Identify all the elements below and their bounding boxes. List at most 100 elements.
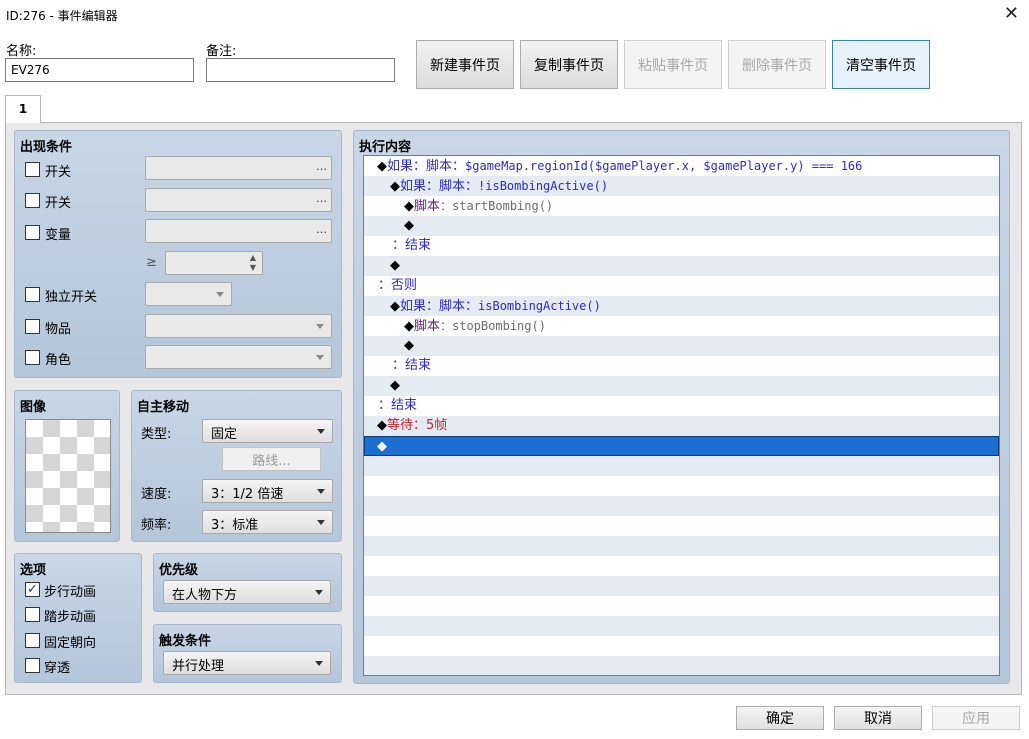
through-label: 穿透 (44, 661, 71, 676)
switch2-field[interactable]: … (145, 188, 332, 212)
command-row[interactable]: ：结束 (364, 396, 999, 416)
speed-value: 3：1/2 倍速 (211, 487, 284, 502)
trigger-title: 触发条件 (159, 634, 212, 649)
tab-page-1[interactable]: 1 (5, 95, 41, 123)
command-row[interactable]: ：结束 (364, 236, 999, 256)
empty-row (364, 556, 999, 576)
image-title: 图像 (20, 400, 47, 415)
stepper-up-icon[interactable]: ▲ (250, 253, 256, 262)
stepping-anim-label: 踏步动画 (44, 610, 97, 625)
command-text: 如果：脚本： (387, 159, 466, 174)
direction-fix-checkbox[interactable] (25, 633, 40, 648)
priority-dropdown[interactable]: 在人物下方 (163, 580, 331, 604)
command-args: ：stopBombing() (440, 319, 546, 333)
variable-field[interactable]: … (145, 219, 332, 243)
actor-checkbox[interactable] (25, 350, 40, 365)
variable-label: 变量 (45, 228, 72, 243)
event-image-preview[interactable] (25, 419, 111, 533)
paste-page-button[interactable]: 粘贴事件页 (624, 40, 722, 89)
movement-panel: 自主移动 类型: 固定 路线... 速度: 3：1/2 倍速 频率: 3：标准 (131, 390, 342, 542)
command-row[interactable]: ◆脚本：startBombing() (364, 196, 999, 216)
cancel-button[interactable]: 取消 (834, 706, 922, 730)
variable-checkbox[interactable] (25, 225, 40, 240)
actor-dropdown[interactable] (145, 345, 332, 369)
chevron-down-icon (316, 324, 324, 329)
command-text: ：结束 (378, 398, 418, 413)
movement-title: 自主移动 (137, 400, 190, 415)
command-row[interactable]: ◆ (364, 376, 999, 396)
empty-row (364, 476, 999, 496)
self-switch-label: 独立开关 (45, 290, 98, 305)
new-page-button[interactable]: 新建事件页 (416, 40, 514, 89)
switch2-label: 开关 (45, 196, 72, 211)
stepper-down-icon[interactable]: ▼ (250, 263, 256, 272)
stepping-anim-checkbox[interactable] (25, 607, 40, 622)
options-title: 选项 (20, 563, 47, 578)
contents-title: 执行内容 (359, 140, 412, 155)
name-input[interactable] (5, 58, 194, 82)
switch1-checkbox[interactable] (25, 162, 40, 177)
empty-row (364, 616, 999, 636)
clear-page-button[interactable]: 清空事件页 (832, 40, 930, 89)
walking-anim-checkbox[interactable]: ✓ (25, 582, 40, 597)
command-row[interactable]: ◆如果：脚本：$gameMap.regionId($gamePlayer.x, … (364, 156, 999, 176)
chevron-down-icon (317, 429, 325, 434)
name-label: 名称: (6, 44, 37, 59)
empty-row (364, 636, 999, 656)
frequency-label: 频率: (141, 518, 172, 533)
walking-anim-label: 步行动画 (44, 585, 97, 600)
diamond-icon: ◆ (390, 258, 400, 273)
route-button[interactable]: 路线... (222, 447, 321, 471)
empty-row (364, 656, 999, 675)
command-row[interactable]: ◆如果：脚本：isBombingActive() (364, 296, 999, 316)
conditions-title: 出现条件 (20, 140, 73, 155)
movement-type-dropdown[interactable]: 固定 (202, 419, 333, 443)
copy-page-button[interactable]: 复制事件页 (520, 40, 618, 89)
command-args: isBombingActive() (478, 299, 601, 313)
frequency-dropdown[interactable]: 3：标准 (202, 510, 333, 534)
self-switch-checkbox[interactable] (25, 287, 40, 302)
diamond-icon: ◆ (390, 179, 400, 194)
item-checkbox[interactable] (25, 319, 40, 334)
self-switch-dropdown[interactable] (145, 282, 232, 306)
switch1-label: 开关 (45, 165, 72, 180)
command-row[interactable]: ◆等待：5帧 (364, 416, 999, 436)
delete-page-button[interactable]: 删除事件页 (728, 40, 826, 89)
command-row-selected[interactable]: ◆ (364, 436, 999, 456)
item-label: 物品 (45, 322, 72, 337)
note-input[interactable] (206, 58, 395, 82)
title-bar: ID:276 - 事件编辑器 ✕ (0, 0, 1029, 30)
command-list[interactable]: ◆如果：脚本：$gameMap.regionId($gamePlayer.x, … (363, 155, 1000, 676)
note-label: 备注: (206, 44, 237, 59)
command-row[interactable]: ◆ (364, 256, 999, 276)
speed-dropdown[interactable]: 3：1/2 倍速 (202, 479, 333, 503)
switch2-checkbox[interactable] (25, 193, 40, 208)
command-row[interactable]: ：否则 (364, 276, 999, 296)
diamond-icon: ◆ (377, 159, 387, 174)
switch2-ellipsis: … (316, 192, 327, 205)
command-text: ：结束 (392, 358, 432, 373)
gte-label: ≥ (146, 255, 157, 270)
command-row[interactable]: ◆脚本：stopBombing() (364, 316, 999, 336)
close-icon[interactable]: ✕ (1004, 3, 1019, 25)
command-row[interactable]: ◆ (364, 216, 999, 236)
conditions-panel: 出现条件 开关 … 开关 … 变量 … ≥ ▲ ▼ 独立开关 物品 角色 (14, 130, 342, 378)
command-text: 脚本 (414, 319, 441, 334)
ok-button[interactable]: 确定 (736, 706, 824, 730)
variable-value-stepper[interactable]: ▲ ▼ (165, 251, 263, 275)
empty-row (364, 596, 999, 616)
command-row[interactable]: ◆ (364, 336, 999, 356)
diamond-icon: ◆ (404, 338, 414, 353)
command-row[interactable]: ：结束 (364, 356, 999, 376)
command-text: ：结束 (392, 238, 432, 253)
diamond-icon: ◆ (390, 299, 400, 314)
diamond-icon: ◆ (404, 199, 414, 214)
trigger-dropdown[interactable]: 并行处理 (163, 651, 331, 675)
switch1-field[interactable]: … (145, 156, 332, 180)
apply-button[interactable]: 应用 (932, 706, 1020, 730)
empty-row (364, 536, 999, 556)
through-checkbox[interactable] (25, 658, 40, 673)
item-dropdown[interactable] (145, 314, 332, 338)
movement-type-label: 类型: (141, 427, 172, 442)
command-row[interactable]: ◆如果：脚本：!isBombingActive() (364, 176, 999, 196)
